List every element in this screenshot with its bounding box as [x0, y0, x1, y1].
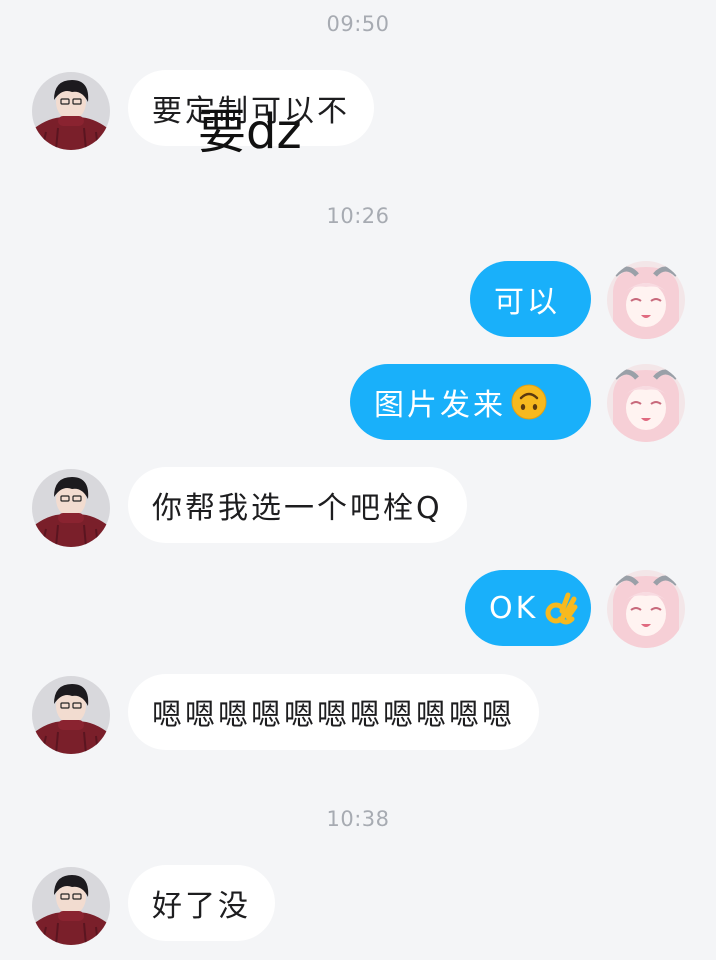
message-bubble-incoming[interactable]: 好了没	[128, 865, 275, 941]
timestamp: 10:38	[326, 807, 390, 831]
message-text: 可以	[494, 285, 560, 320]
timestamp: 09:50	[326, 12, 390, 36]
contact-avatar[interactable]	[32, 676, 110, 754]
self-avatar[interactable]	[607, 364, 685, 442]
timestamp: 10:26	[326, 204, 390, 228]
message-bubble-outgoing[interactable]: OK	[465, 570, 591, 646]
message-bubble-outgoing[interactable]: 可以	[470, 261, 591, 337]
ok-hand-icon	[542, 589, 580, 627]
self-avatar[interactable]	[607, 261, 685, 339]
overlay-text: 要dz	[198, 104, 302, 160]
contact-avatar[interactable]	[32, 72, 110, 150]
message-text: OK	[489, 590, 539, 626]
contact-avatar[interactable]	[32, 867, 110, 945]
contact-avatar[interactable]	[32, 469, 110, 547]
message-text: 你帮我选一个吧栓Q	[152, 491, 443, 526]
message-bubble-incoming[interactable]: 你帮我选一个吧栓Q	[128, 467, 467, 543]
message-text: 图片发来	[374, 388, 506, 423]
upside-down-face-icon	[510, 383, 548, 421]
message-text: 好了没	[152, 889, 251, 924]
self-avatar[interactable]	[607, 570, 685, 648]
message-bubble-outgoing[interactable]: 图片发来	[350, 364, 591, 440]
message-bubble-incoming[interactable]: 嗯嗯嗯嗯嗯嗯嗯嗯嗯嗯嗯	[128, 674, 539, 750]
message-text: 嗯嗯嗯嗯嗯嗯嗯嗯嗯嗯嗯	[152, 698, 515, 733]
